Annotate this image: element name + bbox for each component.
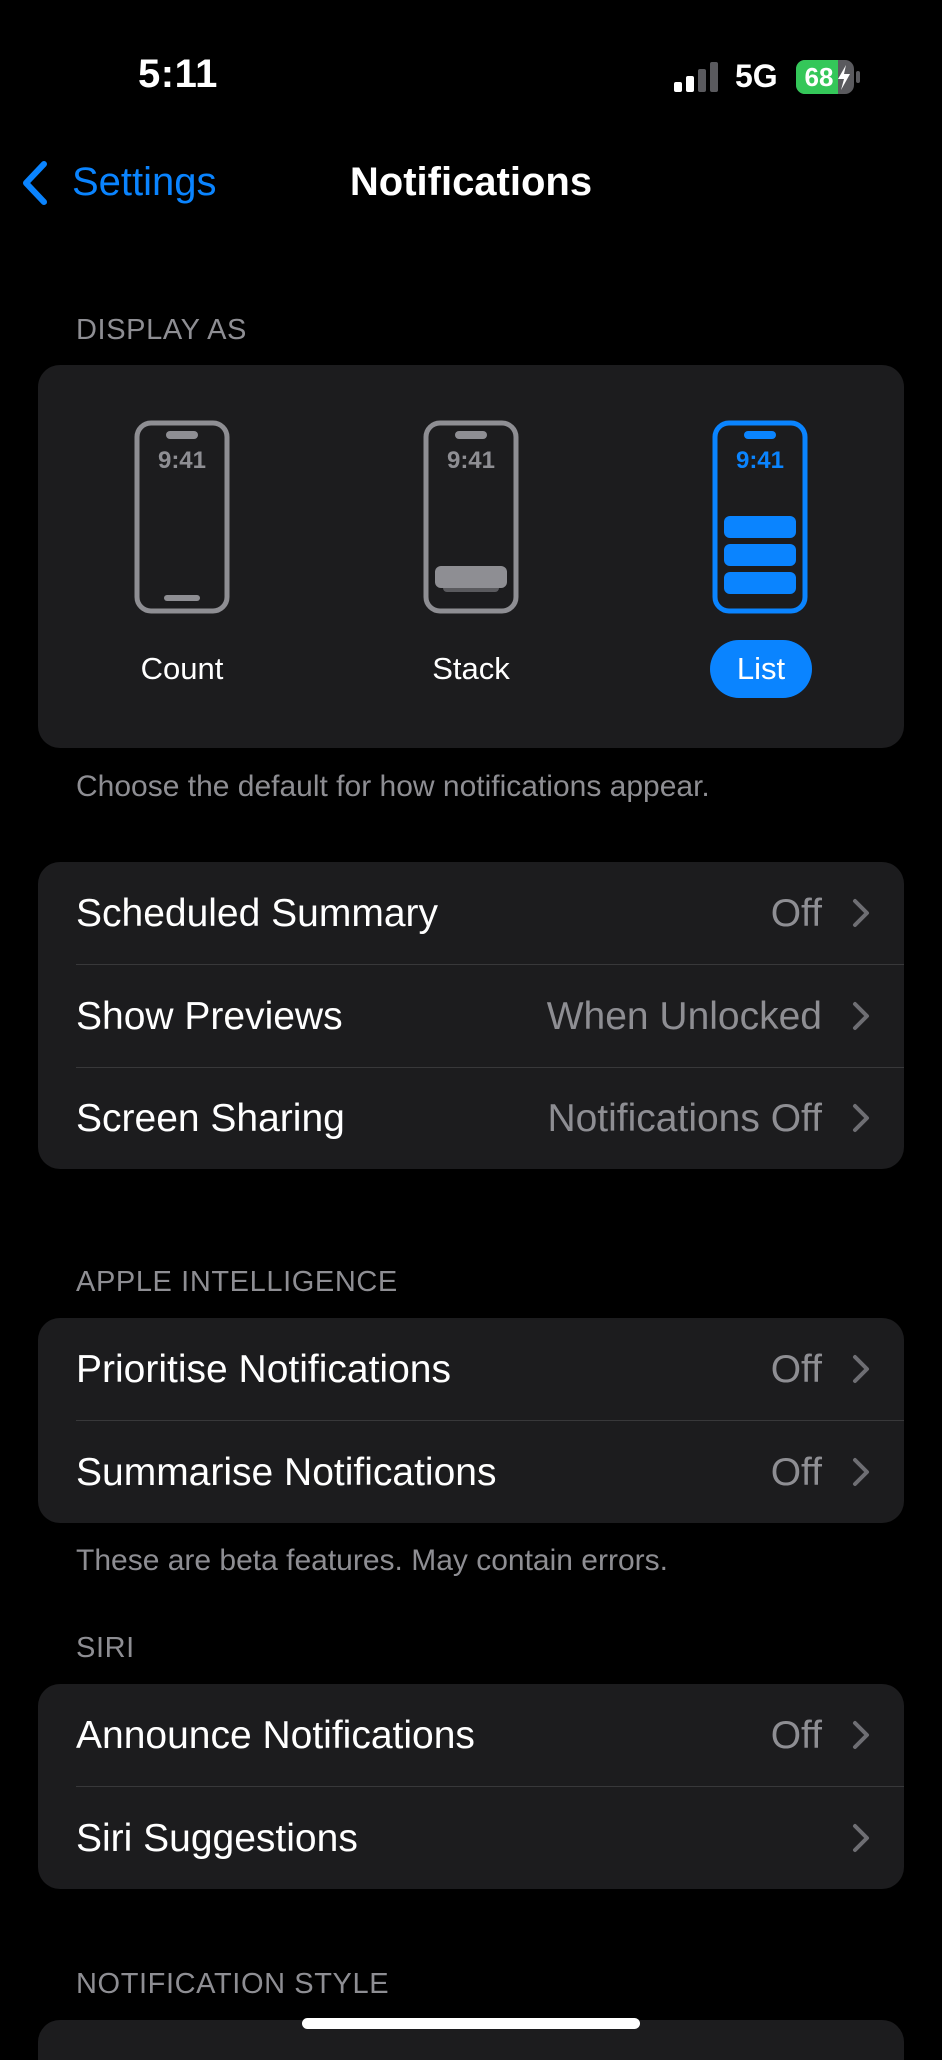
row-label: Summarise Notifications [76,1451,497,1494]
list-option-label[interactable]: List [710,640,812,698]
battery-icon: 68 [796,60,860,94]
prioritise-notifications-row[interactable]: Prioritise Notifications Off [38,1318,904,1421]
row-label: Scheduled Summary [76,892,439,935]
stack-option-phone[interactable]: 9:41 [423,420,519,614]
count-option-label[interactable]: Count [120,640,244,698]
row-label: Screen Sharing [76,1097,345,1140]
announce-notifications-row[interactable]: Announce Notifications Off [38,1684,904,1787]
phone-count-icon: 9:41 [134,420,230,614]
back-chevron-icon[interactable] [20,160,50,206]
home-indicator[interactable] [302,2018,640,2029]
chevron-right-icon [853,1104,869,1132]
apple-intelligence-footer: These are beta features. May contain err… [76,1544,668,1577]
display-as-header: DISPLAY AS [76,314,247,346]
apple-intelligence-group: Prioritise Notifications Off Summarise N… [38,1318,904,1523]
phone-stack-icon: 9:41 [423,420,519,614]
siri-group: Announce Notifications Off Siri Suggesti… [38,1684,904,1889]
notification-style-header: NOTIFICATION STYLE [76,1968,390,2000]
apple-intelligence-header: APPLE INTELLIGENCE [76,1266,398,1298]
row-value: Off [770,892,822,935]
phone-list-icon: 9:41 [712,420,808,614]
battery-level: 68 [804,62,834,92]
chevron-right-icon [853,899,869,927]
chevron-right-icon [853,1458,869,1486]
row-value: Off [770,1714,822,1757]
phone-time: 9:41 [158,447,206,474]
screen-sharing-row[interactable]: Screen Sharing Notifications Off [38,1067,904,1169]
list-option-phone[interactable]: 9:41 [712,420,808,614]
cellular-signal-icon [674,62,718,92]
show-previews-row[interactable]: Show Previews When Unlocked [38,965,904,1068]
row-value: Off [770,1451,822,1494]
row-value: Notifications Off [547,1097,822,1140]
chevron-right-icon [853,1002,869,1030]
status-time: 5:11 [138,52,218,96]
display-as-footer: Choose the default for how notifications… [76,770,710,803]
stack-option-label[interactable]: Stack [409,640,533,698]
row-label: Announce Notifications [76,1714,475,1757]
chevron-right-icon [853,1721,869,1749]
back-button[interactable]: Settings [72,160,217,205]
count-option-phone[interactable]: 9:41 [134,420,230,614]
row-value: Off [770,1348,822,1391]
siri-suggestions-row[interactable]: Siri Suggestions [38,1787,904,1889]
row-label: Siri Suggestions [76,1817,358,1860]
row-label: Prioritise Notifications [76,1348,451,1391]
chevron-right-icon [853,1355,869,1383]
phone-time: 9:41 [736,447,784,474]
network-type: 5G [735,58,778,94]
general-group: Scheduled Summary Off Show Previews When… [38,862,904,1169]
phone-time: 9:41 [447,447,495,474]
row-label: Show Previews [76,995,343,1038]
chevron-right-icon [853,1824,869,1852]
siri-header: SIRI [76,1632,135,1664]
row-value: When Unlocked [546,995,822,1038]
scheduled-summary-row[interactable]: Scheduled Summary Off [38,862,904,965]
summarise-notifications-row[interactable]: Summarise Notifications Off [38,1421,904,1523]
